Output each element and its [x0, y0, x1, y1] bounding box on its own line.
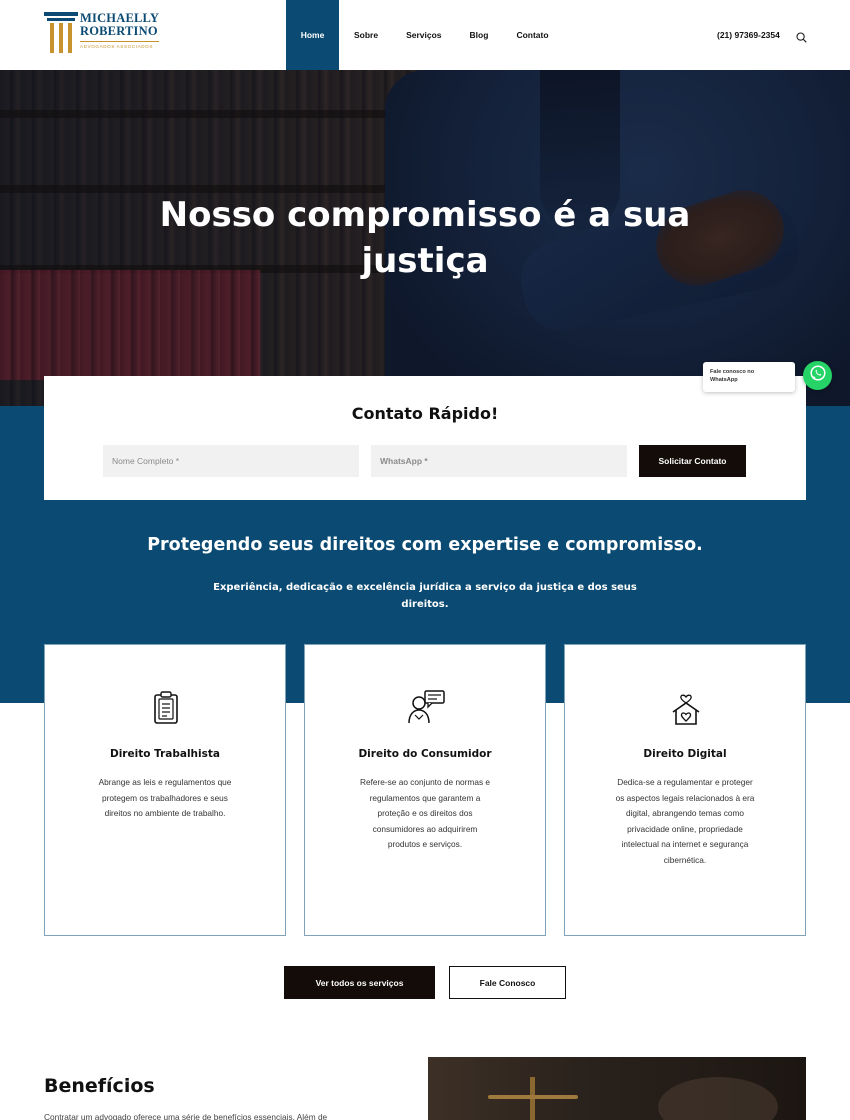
intro-heading: Protegendo seus direitos com expertise e… [147, 535, 703, 555]
hero-title-line2: justiça [361, 241, 489, 281]
nav-item-home[interactable]: Home [286, 0, 339, 70]
logo-name-line2: ROBERTINO [80, 24, 158, 38]
logo-text: MICHAELLY ROBERTINO ADVOGADOS ASSOCIADOS [80, 12, 160, 49]
service-description: Refere-se ao conjunto de normas e regula… [343, 775, 507, 853]
whatsapp-input[interactable] [371, 445, 627, 477]
benefits-title: Benefícios [44, 1075, 155, 1097]
whatsapp-tooltip-line1: Fale conosco no [710, 369, 755, 375]
service-line: produtos e serviços. [387, 839, 463, 849]
service-description: Dedica-se a regulamentar e proteger os a… [603, 775, 767, 868]
request-contact-button[interactable]: Solicitar Contato [639, 445, 746, 477]
service-line: Abrange as leis e regulamentos que [98, 777, 232, 787]
whatsapp-tooltip-line2: WhatsApp [710, 377, 738, 383]
service-line: intelectual na internet e segurança [621, 839, 749, 849]
benefits-text: Contratar um advogado oferece uma série … [44, 1112, 328, 1120]
whatsapp-icon [809, 364, 827, 387]
intro-sub-line1: Experiência, dedicação e excelência jurí… [213, 582, 637, 593]
nav-item-sobre[interactable]: Sobre [339, 0, 392, 70]
service-card-trabalhista[interactable]: Direito Trabalhista Abrange as leis e re… [44, 644, 286, 936]
service-line: cibernética. [663, 854, 707, 865]
contact-us-button[interactable]: Fale Conosco [449, 966, 566, 999]
quick-contact-form: Contato Rápido! Solicitar Contato [44, 376, 806, 500]
site-header: MICHAELLY ROBERTINO ADVOGADOS ASSOCIADOS… [0, 0, 850, 70]
service-title: Direito Digital [643, 748, 727, 760]
service-title: Direito do Consumidor [358, 748, 492, 760]
service-line: privacidade online, propriedade [627, 823, 743, 834]
search-icon[interactable] [796, 30, 807, 43]
main-nav: Home Sobre Serviços Blog Contato [286, 0, 563, 70]
intro-subheading: Experiência, dedicação e excelência jurí… [205, 579, 645, 613]
service-card-consumidor[interactable]: Direito do Consumidor Refere-se ao conju… [304, 644, 546, 936]
hero-banner: Nosso compromisso é a sua justiça [0, 70, 850, 406]
service-line: digital, abrangendo temas como [625, 808, 745, 818]
nav-item-contato[interactable]: Contato [502, 0, 562, 70]
nav-item-blog[interactable]: Blog [456, 0, 503, 70]
service-line: regulamentos que garantem a [369, 792, 481, 803]
benefits-scale-image [428, 1057, 806, 1120]
whatsapp-tooltip[interactable]: Fale conosco no WhatsApp [703, 362, 795, 392]
home-heart-icon [671, 687, 701, 727]
clipboard-icon [151, 687, 181, 727]
logo-tagline: ADVOGADOS ASSOCIADOS [80, 41, 160, 49]
header-phone-link[interactable]: (21) 97369-2354 [717, 30, 780, 40]
service-line: Dedica-se a regulamentar e proteger [617, 777, 753, 787]
nav-item-servicos[interactable]: Serviços [392, 0, 455, 70]
service-card-digital[interactable]: Direito Digital Dedica-se a regulamentar… [564, 644, 806, 936]
service-line: proteção e os direitos dos [377, 808, 473, 818]
service-description: Abrange as leis e regulamentos que prote… [83, 775, 247, 822]
consumer-chat-icon [406, 687, 446, 727]
service-line: direitos no ambiente de trabalho. [104, 808, 226, 818]
brand-logo[interactable]: MICHAELLY ROBERTINO ADVOGADOS ASSOCIADOS [44, 12, 160, 56]
pillar-logo-icon [44, 12, 78, 56]
service-line: protegem os trabalhadores e seus [102, 792, 228, 803]
intro-sub-line2: direitos. [401, 599, 449, 610]
service-title: Direito Trabalhista [109, 748, 220, 760]
hero-title-line1: Nosso compromisso é a sua [159, 195, 691, 235]
view-all-services-button[interactable]: Ver todos os serviços [284, 966, 435, 999]
service-line: os aspectos legais relacionados à era [615, 792, 755, 803]
whatsapp-float-button[interactable] [803, 361, 832, 390]
service-line: Refere-se ao conjunto de normas e [359, 777, 491, 787]
hero-title: Nosso compromisso é a sua justiça [0, 192, 850, 284]
quick-contact-title: Contato Rápido! [351, 404, 499, 423]
service-line: consumidores ao adquirirem [372, 823, 478, 834]
full-name-input[interactable] [103, 445, 359, 477]
